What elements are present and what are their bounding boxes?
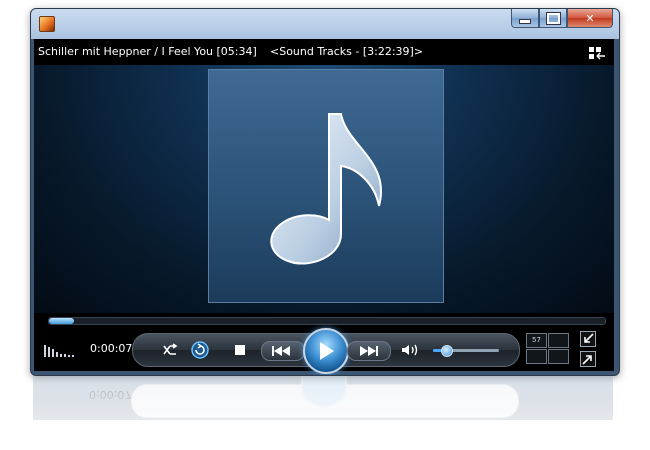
player-window: ✕ Schiller mit Heppner / I Feel You [05:… [30, 8, 620, 376]
player-client-area: Schiller mit Heppner / I Feel You [05:34… [34, 39, 614, 374]
minimize-icon [519, 18, 531, 24]
close-button[interactable]: ✕ [567, 9, 613, 28]
shuffle-icon [163, 343, 178, 355]
track-info: Schiller mit Heppner / I Feel You [05:34… [38, 45, 257, 58]
seek-progress [49, 318, 75, 324]
mini-display-cell [548, 333, 569, 348]
play-button[interactable] [303, 328, 349, 374]
stop-icon [235, 345, 245, 355]
elapsed-time: 0:00:07 [90, 342, 133, 355]
stop-button[interactable] [231, 341, 249, 359]
fullscreen-icon [582, 355, 592, 365]
speaker-icon [402, 344, 418, 356]
playlist-info: <Sound Tracks - [3:22:39]> [270, 45, 424, 58]
previous-button[interactable] [261, 341, 305, 361]
equalizer-icon [44, 345, 74, 357]
mute-button[interactable] [399, 341, 421, 359]
transport-controls [132, 328, 520, 374]
seek-bar[interactable] [48, 317, 606, 325]
repeat-icon [191, 341, 209, 359]
fullscreen-button[interactable] [580, 351, 596, 367]
volume-knob[interactable] [441, 345, 454, 357]
mini-display-value: 57 [526, 333, 547, 348]
visualization-area[interactable] [34, 65, 614, 313]
reflection-time: 0:00:07 [89, 388, 132, 401]
now-playing-bar: Schiller mit Heppner / I Feel You [05:34… [34, 39, 614, 65]
play-icon [320, 342, 334, 360]
previous-icon [272, 346, 290, 356]
next-icon [360, 346, 378, 356]
next-button[interactable] [347, 341, 391, 361]
maximize-button[interactable] [539, 9, 567, 28]
music-note-icon [270, 113, 382, 265]
window-reflection: 0:00:07 [33, 376, 613, 446]
layout-icon [589, 47, 605, 60]
mini-display-cell [548, 349, 569, 364]
volume-slider[interactable] [433, 345, 499, 357]
minimize-to-mini-icon [584, 333, 594, 343]
album-art [208, 69, 444, 303]
mini-mode-button[interactable] [580, 331, 596, 347]
title-bar[interactable]: ✕ [31, 9, 619, 39]
repeat-button[interactable] [189, 339, 211, 361]
minimize-button[interactable] [511, 9, 539, 28]
media-player-icon[interactable] [39, 16, 55, 32]
window-controls: ✕ [511, 9, 613, 29]
mini-display: 57 [526, 333, 569, 365]
shuffle-button[interactable] [159, 341, 181, 359]
mini-display-cell [526, 349, 547, 364]
maximize-icon [546, 12, 560, 24]
close-icon: ✕ [585, 11, 595, 25]
layout-button[interactable] [586, 43, 608, 63]
transport-bar: 0:00:07 57 [34, 327, 614, 374]
